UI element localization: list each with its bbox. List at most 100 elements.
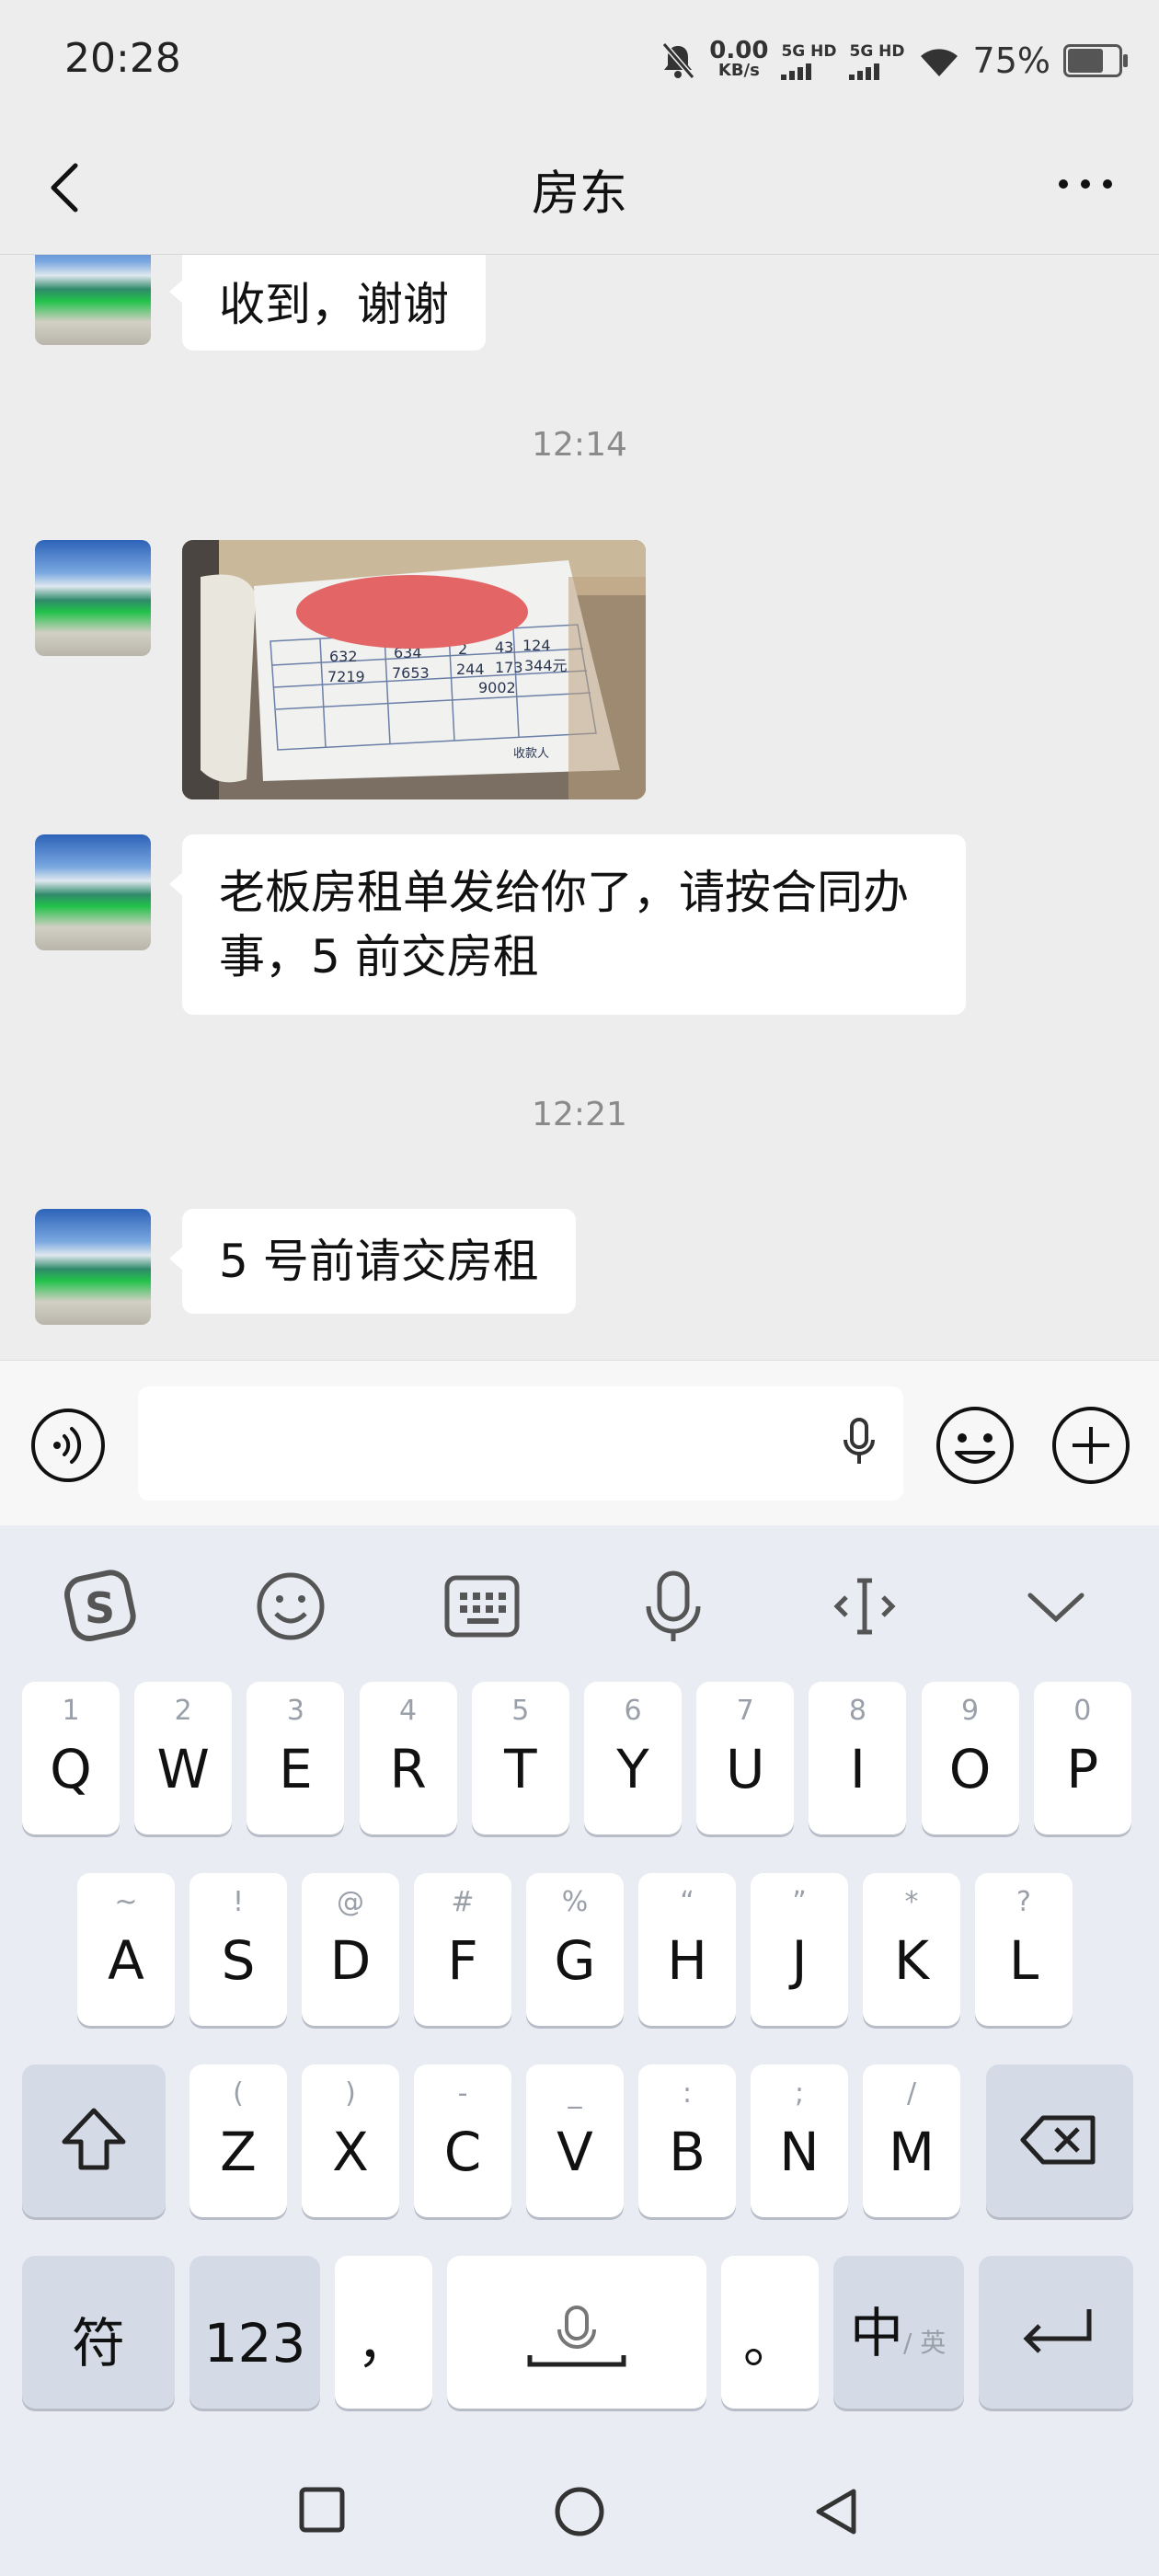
key-x[interactable]: ) X: [302, 2064, 399, 2217]
key-secondary-label: #: [451, 1886, 475, 1918]
message-bubble[interactable]: 收到，谢谢: [169, 255, 486, 351]
message-bubble[interactable]: 5 号前请交房租: [169, 1209, 576, 1314]
key-primary-label: Z: [220, 2121, 257, 2183]
more-options-button[interactable]: [1049, 166, 1122, 202]
key-primary-label: M: [888, 2121, 935, 2183]
key-n[interactable]: ; N: [751, 2064, 848, 2217]
key-c[interactable]: -C: [414, 2064, 511, 2217]
key-secondary-label: ;: [794, 2077, 805, 2110]
bell-muted-icon: [662, 42, 695, 79]
space-key[interactable]: [447, 2256, 706, 2409]
collapse-keyboard-icon[interactable]: [1010, 1560, 1102, 1652]
home-icon[interactable]: [552, 2484, 607, 2539]
mic-icon[interactable]: [841, 1416, 878, 1471]
mic-icon[interactable]: [627, 1560, 719, 1652]
key-primary-label: E: [279, 1738, 313, 1800]
key-secondary-label: 5: [511, 1695, 530, 1727]
emoji-icon[interactable]: [935, 1405, 1016, 1486]
back-nav-icon[interactable]: [809, 2484, 865, 2539]
key-l[interactable]: ? L: [975, 1873, 1073, 2026]
key-p[interactable]: 0P: [1033, 1682, 1131, 1834]
contact-avatar[interactable]: [35, 255, 151, 345]
period-label: 。: [742, 2312, 797, 2375]
numbers-label: 123: [203, 2312, 306, 2375]
key-b[interactable]: :B: [638, 2064, 736, 2217]
wifi-icon: [920, 49, 958, 76]
sim1-label: 5G HD: [781, 42, 837, 61]
receipt-image[interactable]: 632 634 2 43 124 7219 7653 244 173 344元 …: [182, 540, 646, 799]
key-primary-label: J: [791, 1929, 808, 1992]
key-h[interactable]: “H: [638, 1873, 736, 2026]
contact-avatar[interactable]: [35, 834, 151, 950]
key-primary-label: N: [779, 2121, 820, 2183]
battery-icon: [1063, 44, 1128, 77]
message-line: 老板房租单发给你了，请按合同办: [219, 866, 909, 919]
key-f[interactable]: # F: [414, 1873, 511, 2026]
key-a[interactable]: ~ A: [77, 1873, 175, 2026]
keyboard-icon[interactable]: [436, 1560, 528, 1652]
shift-key[interactable]: [22, 2064, 166, 2217]
keyboard: S 符 123 ， 。 中/ 英 1 Q 2 W 3 E 4 R 5 T 6 Y…: [0, 1525, 1159, 2445]
key-u[interactable]: 7U: [696, 1682, 795, 1834]
add-icon[interactable]: [1050, 1405, 1131, 1486]
message-input[interactable]: [138, 1386, 903, 1501]
receipt-cell: 124: [522, 637, 551, 654]
signal-bars-icon: [849, 62, 880, 80]
voice-toggle-icon[interactable]: [29, 1407, 107, 1484]
key-m[interactable]: / M: [863, 2064, 960, 2217]
message-bubble[interactable]: 老板房租单发给你了，请按合同办 事，5 前交房租: [169, 834, 966, 1015]
backspace-key[interactable]: [986, 2064, 1133, 2217]
key-e[interactable]: 3E: [247, 1682, 345, 1834]
input-bar: [0, 1360, 1159, 1526]
symbols-label: 符: [71, 2312, 125, 2375]
contact-avatar[interactable]: [35, 1209, 151, 1325]
cursor-icon[interactable]: [819, 1560, 911, 1652]
key-t[interactable]: 5T: [471, 1682, 569, 1834]
enter-key[interactable]: [979, 2256, 1133, 2409]
key-primary-label: F: [447, 1929, 478, 1992]
receipt-cell: 632: [329, 648, 358, 665]
receipt-cell: 344元: [524, 657, 568, 674]
key-secondary-label: 9: [961, 1695, 980, 1727]
sim1-signal: 5G HD: [781, 41, 836, 80]
status-time: 20:28: [64, 35, 181, 82]
key-w[interactable]: 2W: [134, 1682, 233, 1834]
key-k[interactable]: * K: [863, 1873, 960, 2026]
net-speed: 0.00 KB/s: [709, 39, 768, 81]
system-nav-bar: [0, 2445, 1159, 2576]
key-secondary-label: _: [568, 2077, 582, 2110]
key-secondary-label: ~: [114, 1886, 138, 1918]
key-o[interactable]: 9O: [921, 1682, 1019, 1834]
language-switch-key[interactable]: 中/ 英: [833, 2256, 964, 2409]
key-s[interactable]: ! S: [189, 1873, 287, 2026]
key-primary-label: G: [554, 1929, 596, 1992]
chat-history[interactable]: 收到，谢谢 12:14 632 634 2 43 124 7219 7653 2…: [0, 255, 1159, 1359]
comma-key[interactable]: ，: [335, 2256, 432, 2409]
key-j[interactable]: ” J: [751, 1873, 848, 2026]
symbols-key[interactable]: 符: [22, 2256, 175, 2409]
key-primary-label: C: [443, 2121, 482, 2183]
contact-avatar[interactable]: [35, 540, 151, 656]
battery-percent: 75%: [972, 40, 1050, 81]
status-bar: 20:28 0.00 KB/s 5G HD 5G HD 75%: [0, 0, 1159, 129]
key-z[interactable]: (Z: [189, 2064, 287, 2217]
key-v[interactable]: _ V: [526, 2064, 624, 2217]
sim2-label: 5G HD: [849, 42, 905, 61]
key-g[interactable]: % G: [526, 1873, 624, 2026]
emoji-icon[interactable]: [245, 1560, 337, 1652]
key-i[interactable]: 8I: [809, 1682, 907, 1834]
key-y[interactable]: 6Y: [584, 1682, 682, 1834]
recent-apps-icon[interactable]: [296, 2484, 348, 2536]
key-secondary-label: ”: [792, 1886, 807, 1918]
key-primary-label: Q: [50, 1738, 92, 1800]
sogou-logo-icon[interactable]: S: [55, 1560, 147, 1652]
numbers-key[interactable]: 123: [189, 2256, 320, 2409]
key-secondary-label: 3: [286, 1695, 304, 1727]
key-r[interactable]: 4R: [359, 1682, 457, 1834]
key-primary-label: X: [332, 2121, 369, 2183]
key-d[interactable]: @ D: [302, 1873, 399, 2026]
period-key[interactable]: 。: [721, 2256, 819, 2409]
key-secondary-label: /: [906, 2077, 917, 2110]
key-q[interactable]: 1Q: [22, 1682, 120, 1834]
key-secondary-label: :: [682, 2077, 693, 2110]
